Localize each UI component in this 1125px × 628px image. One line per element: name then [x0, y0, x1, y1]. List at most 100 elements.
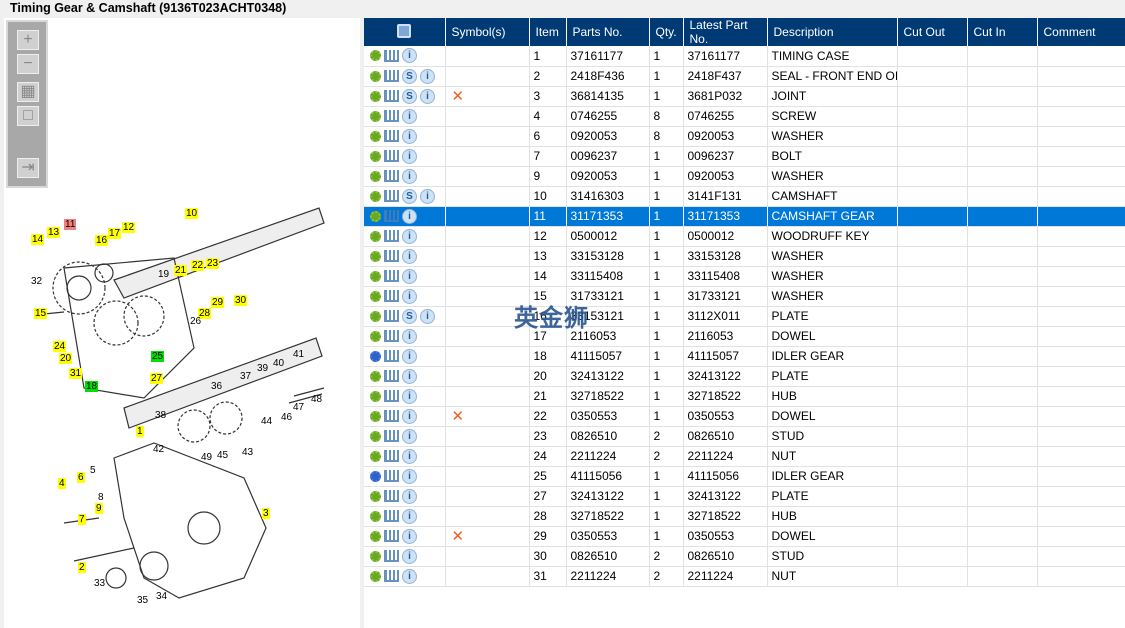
- table-row[interactable]: i 20 32413122 1 32413122 PLATE: [364, 366, 1125, 387]
- column-header[interactable]: Item: [529, 18, 567, 46]
- info-icon[interactable]: i: [420, 88, 435, 104]
- callout-label[interactable]: 25: [151, 351, 165, 362]
- table-row[interactable]: i 17 2116053 1 2116053 DOWEL: [364, 326, 1125, 347]
- cart-icon[interactable]: [384, 570, 399, 583]
- gear-icon[interactable]: [370, 210, 381, 222]
- table-row[interactable]: i 30 0826510 2 0826510 STUD: [364, 546, 1125, 567]
- gear-icon[interactable]: [370, 250, 381, 262]
- cart-icon[interactable]: [384, 550, 399, 563]
- table-row[interactable]: i ✕ 29 0350553 1 0350553 DOWEL: [364, 526, 1125, 547]
- callout-label[interactable]: 34: [155, 591, 168, 602]
- callout-label[interactable]: 47: [292, 402, 305, 413]
- cart-icon[interactable]: [384, 430, 399, 443]
- cart-icon[interactable]: [384, 370, 399, 383]
- supersession-icon[interactable]: S: [402, 188, 417, 204]
- gear-icon[interactable]: [370, 270, 381, 282]
- export-button[interactable]: ⇥: [17, 158, 39, 178]
- callout-label[interactable]: 24: [53, 341, 67, 352]
- cart-icon[interactable]: [384, 290, 399, 303]
- cart-icon[interactable]: [384, 130, 399, 143]
- cart-icon[interactable]: [384, 90, 399, 103]
- callout-label[interactable]: 3: [262, 508, 270, 519]
- cart-icon[interactable]: [384, 110, 399, 123]
- find-column-header[interactable]: [364, 18, 446, 46]
- callout-label[interactable]: 13: [47, 227, 61, 238]
- callout-label[interactable]: 23: [206, 258, 220, 269]
- info-icon[interactable]: i: [402, 368, 417, 384]
- zoom-in-button[interactable]: +: [17, 30, 39, 50]
- table-row[interactable]: Si 16 33153121 1 3112X011 PLATE: [364, 306, 1125, 327]
- gear-icon[interactable]: [370, 230, 381, 242]
- info-icon[interactable]: i: [402, 448, 417, 464]
- table-row[interactable]: i 11 31171353 1 31171353 CAMSHAFT GEAR: [364, 206, 1125, 227]
- callout-label[interactable]: 1: [136, 426, 144, 437]
- cart-icon[interactable]: [384, 170, 399, 183]
- gear-icon[interactable]: [370, 350, 381, 362]
- info-icon[interactable]: i: [420, 68, 435, 84]
- gear-icon[interactable]: [370, 550, 381, 562]
- cart-icon[interactable]: [384, 270, 399, 283]
- table-row[interactable]: Si 2 2418F436 1 2418F437 SEAL - FRONT EN…: [364, 66, 1125, 87]
- table-row[interactable]: i 15 31733121 1 31733121 WASHER: [364, 286, 1125, 307]
- callout-label[interactable]: 36: [210, 381, 223, 392]
- cart-icon[interactable]: [384, 230, 399, 243]
- info-icon[interactable]: i: [402, 328, 417, 344]
- callout-label[interactable]: 37: [239, 371, 252, 382]
- callout-label[interactable]: 30: [234, 295, 248, 306]
- callout-label[interactable]: 9: [95, 503, 103, 514]
- cart-icon[interactable]: [384, 330, 399, 343]
- info-icon[interactable]: i: [402, 528, 417, 544]
- table-row[interactable]: i 14 33115408 1 33115408 WASHER: [364, 266, 1125, 287]
- gear-icon[interactable]: [370, 190, 381, 202]
- cart-icon[interactable]: [384, 510, 399, 523]
- callout-label[interactable]: 29: [211, 297, 225, 308]
- cart-icon[interactable]: [384, 350, 399, 363]
- callout-label[interactable]: 32: [30, 276, 43, 287]
- info-icon[interactable]: i: [402, 548, 417, 564]
- column-header[interactable]: Parts No.: [566, 18, 650, 46]
- callout-label[interactable]: 39: [256, 363, 269, 374]
- table-row[interactable]: i 12 0500012 1 0500012 WOODRUFF KEY: [364, 226, 1125, 247]
- table-row[interactable]: i ✕ 22 0350553 1 0350553 DOWEL: [364, 406, 1125, 427]
- column-header[interactable]: Qty.: [649, 18, 684, 46]
- callout-label[interactable]: 14: [31, 234, 45, 245]
- info-icon[interactable]: i: [402, 428, 417, 444]
- callout-label[interactable]: 2: [78, 562, 86, 573]
- callout-label[interactable]: 5: [89, 465, 97, 476]
- gear-icon[interactable]: [370, 510, 381, 522]
- cart-icon[interactable]: [384, 70, 399, 83]
- column-header[interactable]: Cut Out: [897, 18, 968, 46]
- info-icon[interactable]: i: [402, 488, 417, 504]
- info-icon[interactable]: i: [402, 288, 417, 304]
- info-icon[interactable]: i: [402, 248, 417, 264]
- exploded-parts-diagram[interactable]: 10 11 12 13 14 16 17 32 15 19 21 22 23 29 30 28 26 24 20 31…: [4, 18, 360, 628]
- callout-label[interactable]: 33: [93, 578, 106, 589]
- callout-label[interactable]: 19: [157, 269, 170, 280]
- callout-label[interactable]: 20: [59, 353, 73, 364]
- gear-icon[interactable]: [370, 570, 381, 582]
- table-row[interactable]: i 24 2211224 2 2211224 NUT: [364, 446, 1125, 467]
- gear-icon[interactable]: [370, 290, 381, 302]
- gear-icon[interactable]: [370, 430, 381, 442]
- callout-label[interactable]: 8: [97, 492, 105, 503]
- actual-size-button[interactable]: □: [17, 106, 39, 126]
- info-icon[interactable]: i: [402, 408, 417, 424]
- gear-icon[interactable]: [370, 70, 381, 82]
- info-icon[interactable]: i: [420, 308, 435, 324]
- cart-icon[interactable]: [384, 470, 399, 483]
- callout-label[interactable]: 41: [292, 349, 305, 360]
- info-icon[interactable]: i: [402, 268, 417, 284]
- info-icon[interactable]: i: [402, 508, 417, 524]
- gear-icon[interactable]: [370, 50, 381, 62]
- callout-label[interactable]: 10: [185, 208, 199, 219]
- cart-icon[interactable]: [384, 410, 399, 423]
- table-row[interactable]: i 18 41115057 1 41115057 IDLER GEAR: [364, 346, 1125, 367]
- callout-label[interactable]: 38: [154, 410, 167, 421]
- gear-icon[interactable]: [370, 150, 381, 162]
- callout-label[interactable]: 6: [77, 472, 85, 483]
- table-row[interactable]: Si ✕ 3 36814135 1 3681P032 JOINT: [364, 86, 1125, 107]
- info-icon[interactable]: i: [402, 348, 417, 364]
- callout-label[interactable]: 15: [34, 308, 48, 319]
- callout-label[interactable]: 49: [200, 452, 213, 463]
- info-icon[interactable]: i: [402, 168, 417, 184]
